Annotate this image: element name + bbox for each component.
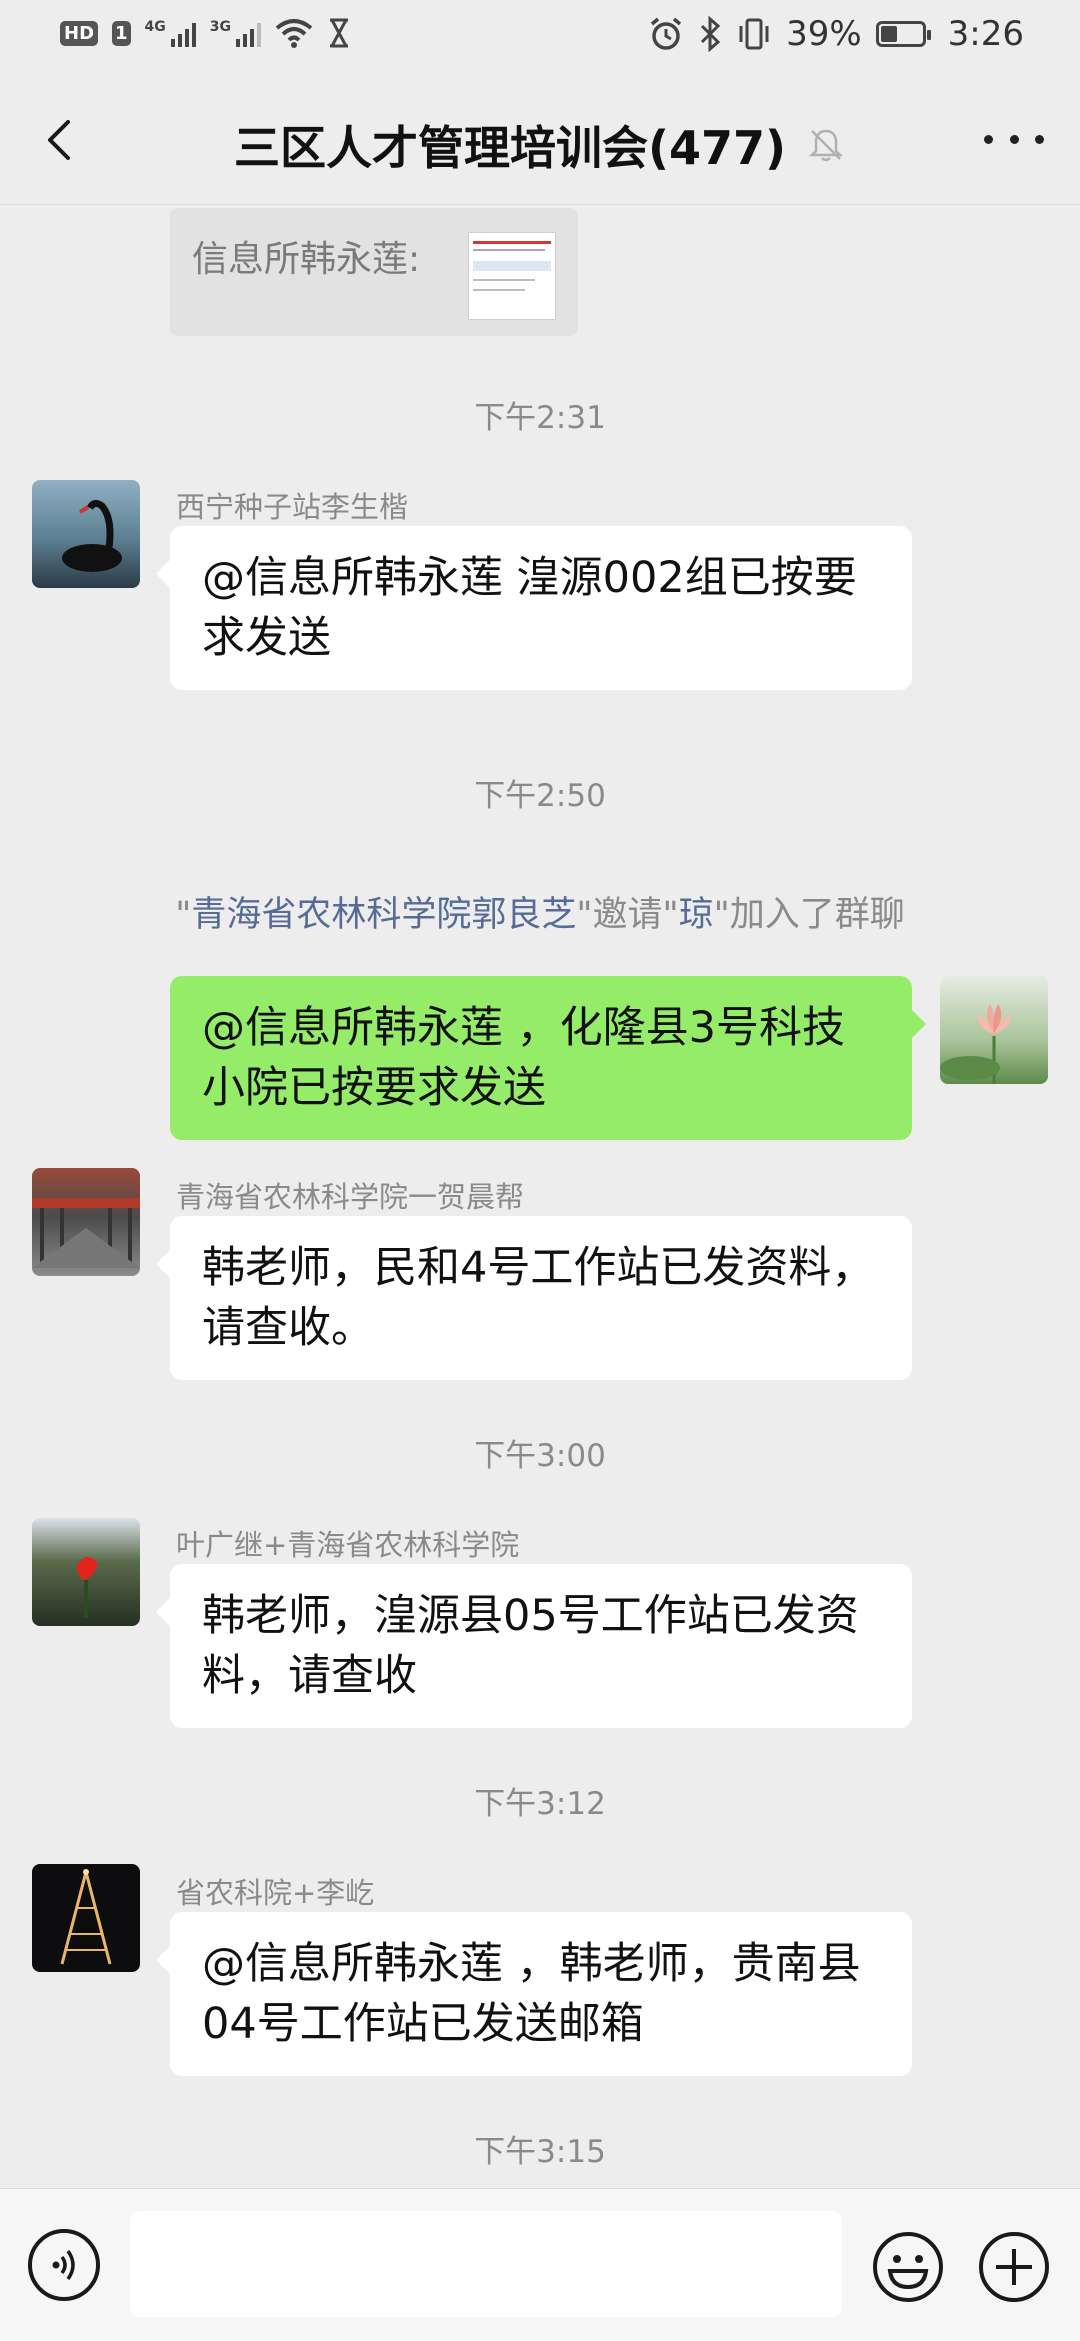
hd-badge: HD bbox=[60, 20, 99, 46]
emoji-icon[interactable] bbox=[870, 2229, 946, 2305]
status-right: 39% 3:26 bbox=[648, 14, 1024, 54]
more-dots-icon[interactable] bbox=[984, 124, 1044, 154]
chat-header: 三区人才管理培训会(477) bbox=[0, 76, 1080, 205]
notice-text: "加入了群聊 bbox=[713, 895, 905, 935]
message-bubble[interactable]: 韩老师，民和4号工作站已发资料，请查收。 bbox=[156, 1216, 912, 1380]
vibrate-icon bbox=[739, 18, 769, 50]
timestamp: 下午3:00 bbox=[474, 1438, 606, 1474]
chat-title[interactable]: 三区人才管理培训会(477) bbox=[234, 112, 786, 178]
network-type-label: 3G bbox=[209, 19, 232, 35]
my-avatar[interactable] bbox=[940, 976, 1048, 1084]
timestamp: 下午3:12 bbox=[474, 1786, 606, 1822]
tower-lights-image bbox=[60, 1869, 112, 1965]
message-input[interactable] bbox=[130, 2211, 842, 2317]
avatar[interactable] bbox=[32, 1168, 140, 1276]
red-flower-image bbox=[76, 1556, 98, 1618]
black-swan-image bbox=[62, 499, 122, 572]
battery-percent: 39% bbox=[786, 14, 862, 54]
sender-name: 青海省农林科学院一贺晨帮 bbox=[176, 1180, 525, 1214]
message-bubble[interactable]: @信息所韩永莲 湟源002组已按要求发送 bbox=[156, 526, 912, 690]
timestamp: 下午2:50 bbox=[474, 778, 606, 814]
chat-input-bar bbox=[0, 2188, 1080, 2341]
voice-icon[interactable] bbox=[28, 2229, 100, 2301]
message-bubble[interactable]: @信息所韩永莲 ，韩老师，贵南县04号工作站已发送邮箱 bbox=[156, 1912, 912, 2076]
invitee-link[interactable]: 琼 bbox=[679, 895, 714, 935]
sender-name: 叶广继+青海省农林科学院 bbox=[176, 1528, 520, 1562]
hourglass-icon bbox=[330, 18, 349, 48]
inviter-link[interactable]: 青海省农林科学院郭良芝 bbox=[191, 895, 576, 935]
clock: 3:26 bbox=[947, 14, 1024, 54]
bell-off-icon bbox=[809, 129, 844, 162]
avatar[interactable] bbox=[32, 1518, 140, 1626]
status-bar: HD 1 4G 3G 39% 3:26 bbox=[0, 0, 1080, 76]
system-notice: "青海省农林科学院郭良芝"邀请"琼"加入了群聊 bbox=[0, 886, 1080, 937]
battery-icon bbox=[875, 21, 931, 47]
message-bubble[interactable]: 韩老师，湟源县05号工作站已发资料，请查收 bbox=[156, 1564, 912, 1728]
quoted-message[interactable]: 信息所韩永莲: bbox=[170, 208, 578, 336]
signal-icon: 3G bbox=[209, 19, 262, 47]
avatar[interactable] bbox=[32, 480, 140, 588]
status-left: HD 1 4G 3G bbox=[60, 18, 351, 48]
chat-title-container: 三区人才管理培训会(477) bbox=[0, 112, 1080, 178]
notice-text: "邀请" bbox=[576, 895, 679, 935]
quoted-message-text: 信息所韩永莲: bbox=[192, 239, 421, 280]
my-message-bubble[interactable]: @信息所韩永莲 ，化隆县3号科技小院已按要求发送 bbox=[170, 976, 926, 1140]
bluetooth-icon bbox=[701, 16, 721, 52]
sim-badge: 1 bbox=[112, 20, 131, 46]
lotus-image bbox=[940, 1004, 1011, 1084]
quoted-image-thumbnail[interactable] bbox=[468, 232, 556, 320]
signal-icon: 4G bbox=[145, 19, 196, 47]
timestamp: 下午3:15 bbox=[474, 2134, 606, 2170]
wifi-icon bbox=[275, 19, 313, 48]
notice-quote: " bbox=[175, 895, 192, 935]
timestamp: 下午2:31 bbox=[474, 400, 606, 436]
avatar[interactable] bbox=[32, 1864, 140, 1972]
network-type-label: 4G bbox=[144, 19, 166, 35]
plus-icon[interactable] bbox=[976, 2229, 1052, 2305]
sender-name: 西宁种子站李生楷 bbox=[176, 490, 409, 524]
corridor-image bbox=[32, 1198, 140, 1268]
sender-name: 省农科院+李屹 bbox=[176, 1876, 375, 1910]
alarm-icon bbox=[650, 17, 682, 50]
